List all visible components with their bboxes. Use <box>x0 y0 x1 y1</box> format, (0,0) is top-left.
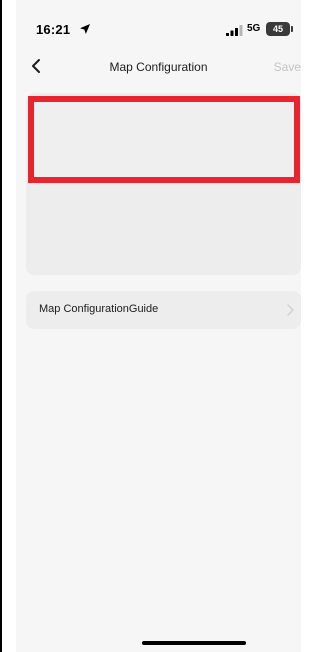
battery-icon: 45 <box>266 22 290 36</box>
network-type: 5G <box>247 23 261 34</box>
home-indicator[interactable] <box>142 641 246 645</box>
save-button[interactable]: Save <box>274 60 301 74</box>
map-configuration-guide-row[interactable]: Map ConfigurationGuide <box>26 291 301 329</box>
signal-bars-icon <box>226 25 243 36</box>
chevron-right-icon <box>287 304 294 316</box>
app-screen: 16:21 5G 45 Map Configuration Save Map C… <box>16 0 301 652</box>
highlight-overlay <box>28 96 300 183</box>
status-bar: 16:21 5G 45 <box>16 0 301 48</box>
nav-bar: Map Configuration Save <box>16 48 301 88</box>
battery-level: 45 <box>272 24 283 34</box>
status-time: 16:21 <box>36 22 71 37</box>
device-frame: 16:21 5G 45 Map Configuration Save Map C… <box>0 0 301 652</box>
location-arrow-icon <box>80 24 90 34</box>
battery-cap <box>291 26 293 32</box>
guide-label: Map ConfigurationGuide <box>39 303 159 315</box>
page-title: Map Configuration <box>109 60 208 74</box>
